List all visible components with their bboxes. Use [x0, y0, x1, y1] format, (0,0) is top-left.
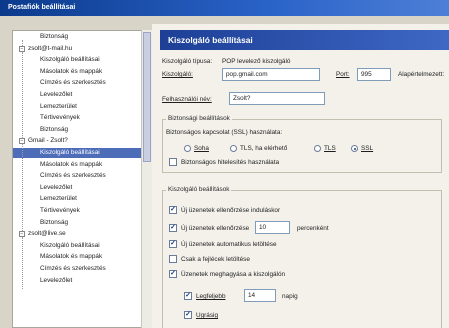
headers-only-label[interactable]: Csak a fejlécek letöltése	[181, 256, 250, 263]
tree-item-label: zsolt@live.se	[28, 230, 66, 238]
tree-scrollbar-thumb[interactable]	[143, 32, 151, 162]
max-days-checkbox[interactable]: ✓	[184, 292, 192, 300]
tree-item[interactable]: − zsolt@t-mail.hu	[13, 44, 147, 54]
tree-item-label: Címzés és szerkesztés	[40, 265, 106, 272]
auto-download-checkbox[interactable]: ✓	[169, 240, 177, 248]
page-header: Kiszolgáló beállításai	[160, 30, 449, 50]
tree-item[interactable]: Tértivevények	[13, 206, 147, 216]
tree-item[interactable]: Kiszolgáló beállításai	[13, 241, 147, 251]
ssl-connection-label: Biztonságos kapcsolat (SSL) használata:	[166, 129, 283, 136]
ssl-option-ssl-radio[interactable]	[351, 145, 358, 152]
tree-item[interactable]: Tértivevények	[13, 113, 147, 123]
check-interval-input[interactable]: 10	[255, 221, 290, 234]
max-days-label[interactable]: Legfeljebb	[196, 293, 226, 300]
minutes-label: percenként	[297, 225, 329, 232]
tree-item-label: Levelezőlet	[40, 276, 73, 284]
tree-item[interactable]: Biztonság	[13, 32, 147, 42]
ssl-option-never-radio[interactable]	[184, 145, 191, 152]
tree-item-label: Levelezőlet	[40, 91, 73, 98]
check-startup-label[interactable]: Új üzenetek ellenőrzése induláskor	[181, 207, 280, 214]
tree-item[interactable]: Kiszolgáló beállításai	[13, 55, 147, 65]
days-label: napig	[282, 293, 298, 300]
tree-item[interactable]: Címzés és szerkesztés	[13, 171, 147, 181]
tree-item[interactable]: Másolatok és mappák	[13, 67, 147, 77]
tree-item[interactable]: Levelezőlet	[13, 183, 147, 193]
tree-item[interactable]: Lemezterület	[13, 102, 147, 112]
tree-item[interactable]: − zsolt@live.se	[13, 229, 147, 239]
port-label: Port:	[336, 71, 350, 78]
window-titlebar: Postafiók beállításai	[0, 0, 449, 16]
security-group-title: Biztonsági beállítások	[166, 115, 232, 122]
tree-item[interactable]: Levelezőlet	[13, 90, 147, 100]
until-delete-checkbox[interactable]: ✓	[184, 311, 192, 319]
server-type-label: Kiszolgáló típusa:	[162, 58, 213, 65]
ssl-option-tls-if-available-radio[interactable]	[230, 145, 237, 152]
leave-on-server-checkbox[interactable]: ✓	[169, 270, 177, 278]
server-settings-group-title: Kiszolgáló beállítások	[166, 186, 232, 193]
server-label: Kiszolgáló:	[162, 71, 193, 78]
tree-item-label: Biztonság	[40, 33, 69, 40]
tree-item[interactable]: Lemezterület	[13, 194, 147, 204]
username-label: Felhasználói név:	[162, 96, 212, 103]
ssl-option-ssl-label[interactable]: SSL	[361, 145, 373, 152]
tree-item-label: Kiszolgáló beállításai	[40, 149, 100, 156]
ssl-option-tls-label[interactable]: TLS	[324, 145, 336, 152]
tree-item-label: Címzés és szerkesztés	[40, 79, 106, 87]
tree-item-label: Másolatok és mappák	[40, 67, 103, 75]
tree-item[interactable]: Levelezőlet	[13, 276, 147, 286]
ssl-option-tls-radio[interactable]	[314, 145, 321, 152]
tree-item-label: Másolatok és mappák	[40, 160, 103, 168]
tree-item-label: Biztonság	[40, 218, 69, 226]
port-input[interactable]: 995	[357, 68, 391, 81]
page-title: Kiszolgáló beállításai	[168, 35, 253, 45]
tree-item-label: zsolt@t-mail.hu	[28, 44, 73, 52]
port-default-label: Alapértelmezett:	[398, 71, 445, 78]
secure-auth-label[interactable]: Biztonságos hitelesítés használata	[181, 159, 279, 166]
tree-item-label: Biztonság	[40, 125, 69, 133]
tree-item-label: Kiszolgáló beállításai	[40, 56, 100, 64]
tree-guide-line	[22, 237, 23, 290]
tree-item-label: Másolatok és mappák	[40, 253, 103, 261]
tree-item[interactable]: Biztonság	[13, 218, 147, 228]
tree-item[interactable]: Másolatok és mappák	[13, 160, 147, 170]
window-title: Postafiók beállításai	[8, 4, 76, 11]
tree-item[interactable]: Biztonság	[13, 125, 147, 135]
secure-auth-checkbox[interactable]	[169, 158, 177, 166]
server-input[interactable]: pop.gmail.com	[222, 68, 320, 81]
tree-item[interactable]: − Gmail - Zsolt?	[13, 136, 147, 146]
tree-item-label: Kiszolgáló beállításai	[40, 241, 100, 249]
check-startup-checkbox[interactable]: ✓	[169, 206, 177, 214]
ssl-option-never-label[interactable]: Soha	[194, 145, 209, 152]
tree-guide-line	[22, 144, 23, 232]
tree-guide-line	[22, 51, 23, 139]
check-every-checkbox[interactable]: ✓	[169, 224, 177, 232]
tree-item-label: Tértivevények	[40, 207, 80, 214]
account-tree[interactable]: Biztonság − zsolt@t-mail.hu Kiszolgáló beál…	[12, 30, 152, 328]
tree-item[interactable]: Másolatok és mappák	[13, 252, 147, 262]
tree-item[interactable]: Kiszolgáló beállításai	[13, 148, 147, 158]
headers-only-checkbox[interactable]	[169, 255, 177, 263]
tree-item-label: Gmail - Zsolt?	[28, 137, 68, 145]
leave-on-server-label[interactable]: Üzenetek meghagyása a kiszolgálón	[181, 271, 285, 278]
check-every-label[interactable]: Új üzenetek ellenőrzése	[181, 225, 249, 232]
tree-item-label: Tértivevények	[40, 114, 80, 122]
tree-guide-line	[22, 40, 23, 46]
username-input[interactable]: Zsolt?	[229, 92, 325, 105]
tree-item-label: Címzés és szerkesztés	[40, 172, 106, 180]
until-delete-label[interactable]: Ugrásig	[196, 312, 218, 319]
max-days-input[interactable]: 14	[244, 289, 276, 302]
tree-item-label: Lemezterület	[40, 102, 77, 110]
tree-item[interactable]: Címzés és szerkesztés	[13, 264, 147, 274]
ssl-option-tls-if-available-label[interactable]: TLS, ha elérhető	[240, 145, 287, 152]
server-type-value: POP levelező kiszolgáló	[222, 58, 291, 65]
auto-download-label[interactable]: Új üzenetek automatikus letöltése	[181, 241, 277, 248]
tree-item-label: Lemezterület	[40, 195, 77, 203]
tree-scrollbar[interactable]	[141, 30, 152, 328]
tree-item[interactable]: Címzés és szerkesztés	[13, 78, 147, 88]
tree-item-label: Levelezőlet	[40, 183, 73, 191]
